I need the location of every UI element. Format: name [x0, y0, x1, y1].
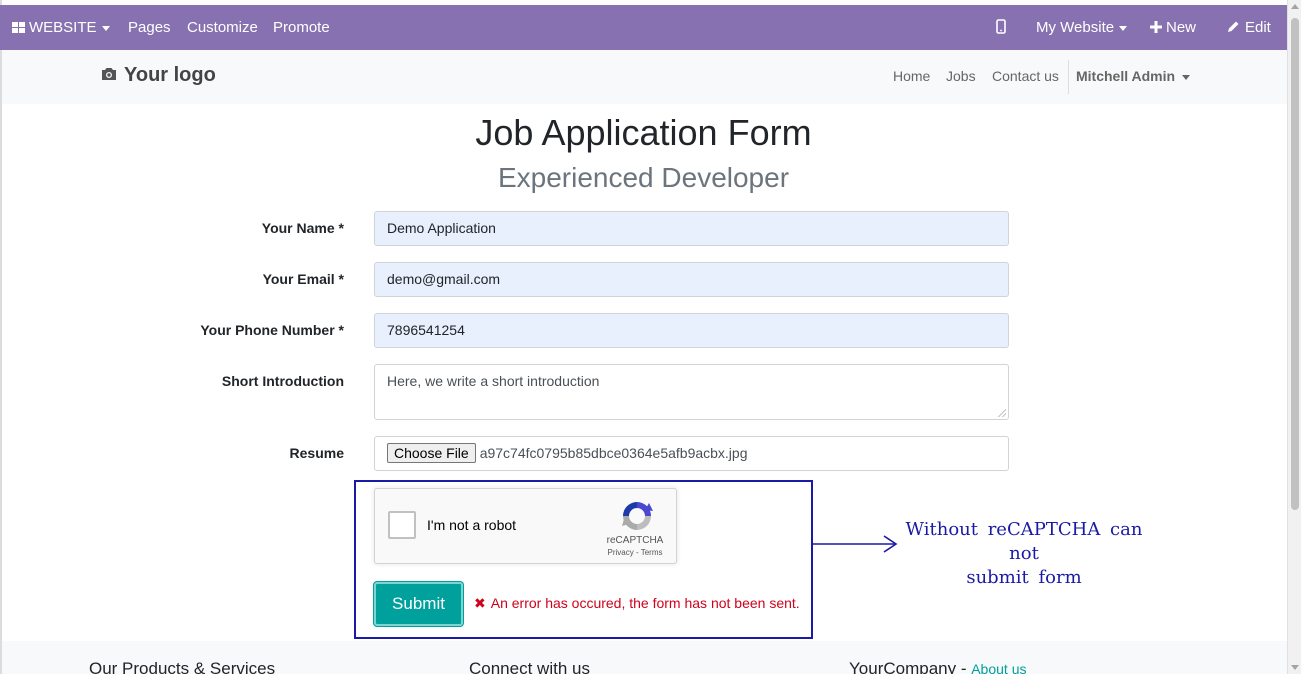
site-logo[interactable]: Your logo — [100, 64, 216, 87]
footer-about-us-link[interactable]: About us — [971, 661, 1026, 674]
website-apps-menu[interactable]: WEBSITE — [12, 5, 110, 50]
footer-connect-heading: Connect with us — [469, 659, 590, 674]
scroll-thumb[interactable] — [1291, 18, 1299, 510]
user-menu[interactable]: Mitchell Admin — [1076, 68, 1191, 84]
menu-promote[interactable]: Promote — [273, 5, 330, 50]
name-label: Your Name * — [261, 220, 344, 236]
page-scrollbar[interactable] — [1287, 0, 1301, 674]
menu-pages[interactable]: Pages — [128, 5, 171, 50]
footer-company-heading: YourCompany - About us — [849, 659, 1026, 674]
footer-products-heading: Our Products & Services — [89, 659, 276, 674]
recaptcha-widget: I'm not a robot reCAPTCHA Privacy - Term… — [374, 488, 677, 564]
scroll-down-arrow-icon[interactable] — [1291, 665, 1299, 670]
error-message: ✖ An error has occured, the form has not … — [474, 595, 800, 612]
mobile-preview-button[interactable] — [996, 5, 1006, 50]
pencil-icon — [1228, 21, 1239, 32]
recaptcha-checkbox[interactable] — [388, 511, 416, 539]
nav-contact-us[interactable]: Contact us — [992, 68, 1059, 84]
chevron-down-icon — [1119, 25, 1128, 31]
apps-menu-label: WEBSITE — [29, 19, 97, 36]
recaptcha-logo-icon — [622, 502, 653, 530]
plus-icon — [1150, 21, 1162, 33]
logo-text: Your logo — [124, 64, 216, 86]
user-name: Mitchell Admin — [1076, 68, 1176, 84]
annotation-line-1: Without reCAPTCHA can not — [905, 519, 1143, 564]
nav-home[interactable]: Home — [893, 68, 930, 84]
annotation-text: Without reCAPTCHA can not submit form — [893, 518, 1155, 590]
site-header: Your logo Home Jobs Contact us Mitchell … — [2, 50, 1287, 104]
resume-file-input[interactable]: Choose File a97c74fc0795b85dbce0364e5afb9… — [374, 436, 1009, 471]
page-title: Job Application Form — [475, 112, 812, 153]
website-selector-label: My Website — [1036, 19, 1115, 36]
footer: Our Products & Services Connect with us … — [2, 641, 1287, 674]
email-field[interactable]: demo@gmail.com — [374, 262, 1009, 297]
resume-label: Resume — [289, 445, 344, 461]
nav-jobs[interactable]: Jobs — [946, 68, 976, 84]
edit-button-label: Edit — [1245, 19, 1271, 36]
nav-divider — [1068, 60, 1069, 94]
camera-icon — [102, 68, 116, 80]
recaptcha-links[interactable]: Privacy - Terms — [597, 548, 673, 557]
edit-button[interactable]: Edit — [1227, 5, 1271, 50]
mobile-phone-icon — [996, 19, 1006, 34]
recaptcha-brand: reCAPTCHA — [606, 535, 664, 546]
phone-label: Your Phone Number * — [200, 322, 344, 338]
chevron-down-icon — [101, 25, 110, 31]
intro-label: Short Introduction — [221, 373, 344, 389]
footer-separator: - — [956, 659, 972, 674]
website-selector[interactable]: My Website — [1036, 5, 1128, 50]
apps-grid-icon — [12, 22, 25, 33]
annotation-arrow-icon — [812, 535, 898, 553]
name-field[interactable]: Demo Application — [374, 211, 1009, 246]
choose-file-button[interactable]: Choose File — [387, 443, 476, 463]
annotation-line-2: submit form — [966, 567, 1082, 588]
error-text: An error has occured, the form has not b… — [490, 595, 800, 611]
menu-customize[interactable]: Customize — [187, 5, 258, 50]
scroll-up-arrow-icon[interactable] — [1291, 4, 1299, 9]
email-label: Your Email * — [262, 271, 344, 287]
new-button-label: New — [1166, 19, 1197, 36]
selected-file-name: a97c74fc0795b85dbce0364e5afb9acbx.jpg — [479, 445, 748, 461]
error-x-icon: ✖ — [474, 595, 486, 611]
admin-top-bar: WEBSITE Pages Customize Promote My Websi… — [0, 5, 1287, 50]
phone-field[interactable]: 7896541254 — [374, 313, 1009, 348]
intro-textarea[interactable]: Here, we write a short introduction — [374, 364, 1009, 420]
recaptcha-label: I'm not a robot — [427, 517, 517, 533]
submit-button[interactable]: Submit — [374, 582, 463, 626]
resize-handle-icon[interactable] — [998, 409, 1006, 417]
footer-company-name: YourCompany — [849, 659, 957, 674]
intro-text: Here, we write a short introduction — [387, 373, 600, 389]
page-subtitle: Experienced Developer — [497, 162, 790, 193]
chevron-down-icon — [1182, 74, 1191, 80]
new-button[interactable]: New — [1150, 5, 1196, 50]
